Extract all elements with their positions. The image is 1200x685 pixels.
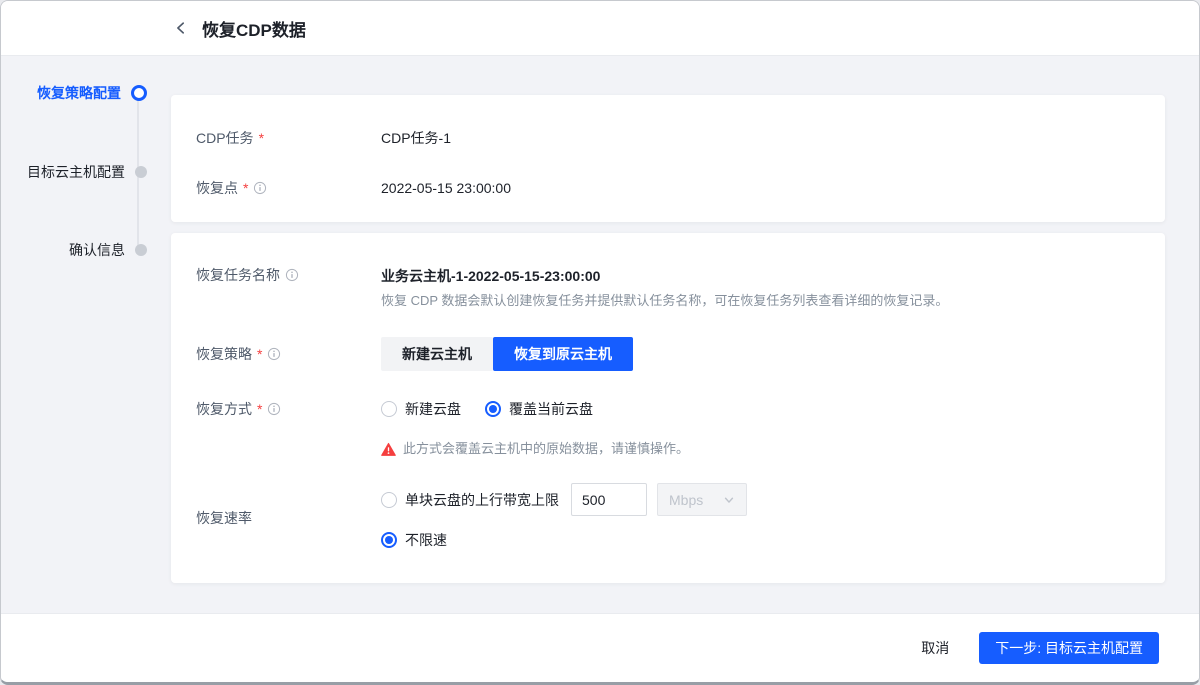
back-button[interactable] xyxy=(171,18,191,38)
page-body: 恢复策略配置 目标云主机配置 确认信息 CDP任务 * xyxy=(1,56,1199,613)
restore-options-card: 恢复任务名称 业务云主机-1-2022-05-15-23:00:00 恢复 CD… xyxy=(171,233,1165,583)
method-option-overwrite-disk-radio[interactable]: 覆盖当前云盘 xyxy=(485,399,593,419)
step-label: 恢复策略配置 xyxy=(37,83,121,103)
method-label: 恢复方式 * xyxy=(196,399,381,419)
page-header: 恢复CDP数据 xyxy=(1,1,1199,56)
step-label: 确认信息 xyxy=(69,240,125,260)
method-radio-group: 新建云盘 覆盖当前云盘 xyxy=(381,399,593,419)
step-dot-icon xyxy=(135,244,147,256)
radio-checked-icon xyxy=(381,532,397,548)
info-icon[interactable] xyxy=(267,402,281,416)
stepper: 恢复策略配置 目标云主机配置 确认信息 xyxy=(1,56,171,613)
rate-label: 恢复速率 xyxy=(196,508,381,528)
strategy-label: 恢复策略 * xyxy=(196,344,381,364)
info-icon[interactable] xyxy=(253,181,267,195)
radio-icon xyxy=(381,401,397,417)
required-mark: * xyxy=(259,128,264,148)
method-row: 恢复方式 * 新建云盘 xyxy=(196,399,1141,419)
step-active-ring-icon xyxy=(131,85,147,101)
restore-cdp-window: 恢复CDP数据 恢复策略配置 目标云主机配置 确认信息 xyxy=(0,0,1200,685)
page-title: 恢复CDP数据 xyxy=(202,16,306,41)
required-mark: * xyxy=(257,344,262,364)
info-icon[interactable] xyxy=(285,268,299,282)
strategy-option-new-host-button[interactable]: 新建云主机 xyxy=(381,337,493,371)
restore-point-value: 2022-05-15 23:00:00 xyxy=(381,177,511,199)
rate-unlimited-radio[interactable]: 不限速 xyxy=(381,530,447,550)
warning-triangle-icon xyxy=(381,442,396,457)
cdp-task-label: CDP任务 * xyxy=(196,127,381,149)
bandwidth-unit-select[interactable]: Mbps xyxy=(657,483,747,516)
cancel-button[interactable]: 取消 xyxy=(921,638,949,658)
restore-point-label: 恢复点 * xyxy=(196,177,381,199)
info-icon[interactable] xyxy=(267,347,281,361)
task-name-row: 恢复任务名称 业务云主机-1-2022-05-15-23:00:00 恢复 CD… xyxy=(196,265,1141,311)
rate-row: 恢复速率 单块云盘的上行带宽上限 Mbps xyxy=(196,483,1141,553)
stepper-step-target-host: 目标云主机配置 xyxy=(27,162,147,182)
radio-icon xyxy=(381,492,397,508)
rate-bandwidth-line: 单块云盘的上行带宽上限 Mbps xyxy=(381,483,747,516)
rate-unlimited-line: 不限速 xyxy=(381,530,747,553)
task-name-value: 业务云主机-1-2022-05-15-23:00:00 xyxy=(381,265,948,287)
restore-point-row: 恢复点 * 2022-05-15 23:00:00 xyxy=(196,177,1141,199)
next-step-button[interactable]: 下一步: 目标云主机配置 xyxy=(979,632,1159,664)
chevron-down-icon xyxy=(723,494,735,506)
step-label: 目标云主机配置 xyxy=(27,162,125,182)
stepper-step-strategy: 恢复策略配置 xyxy=(37,83,147,103)
bandwidth-value-input[interactable] xyxy=(571,483,647,516)
step-dot-icon xyxy=(135,166,147,178)
stepper-step-confirm: 确认信息 xyxy=(69,240,147,260)
method-option-new-disk-radio[interactable]: 新建云盘 xyxy=(381,399,461,419)
warning-text: 此方式会覆盖云主机中的原始数据，请谨慎操作。 xyxy=(403,439,689,459)
required-mark: * xyxy=(243,178,248,198)
rate-options-block: 单块云盘的上行带宽上限 Mbps xyxy=(381,483,747,553)
bandwidth-unit-value: Mbps xyxy=(669,492,703,508)
task-name-helper: 恢复 CDP 数据会默认创建恢复任务并提供默认任务名称，可在恢复任务列表查看详细… xyxy=(381,291,948,311)
strategy-toggle-group: 新建云主机 恢复到原云主机 xyxy=(381,337,633,371)
task-name-value-block: 业务云主机-1-2022-05-15-23:00:00 恢复 CDP 数据会默认… xyxy=(381,265,948,311)
strategy-row: 恢复策略 * 新建云主机 恢复到原云主机 xyxy=(196,337,1141,371)
chevron-left-icon xyxy=(173,20,189,36)
wizard-footer: 取消 下一步: 目标云主机配置 xyxy=(1,613,1199,682)
main-content: CDP任务 * CDP任务-1 恢复点 * xyxy=(171,56,1199,613)
cdp-task-row: CDP任务 * CDP任务-1 xyxy=(196,127,1141,149)
strategy-option-original-host-button[interactable]: 恢复到原云主机 xyxy=(493,337,633,371)
task-name-label: 恢复任务名称 xyxy=(196,265,381,285)
source-info-card: CDP任务 * CDP任务-1 恢复点 * xyxy=(171,95,1165,222)
cdp-task-value: CDP任务-1 xyxy=(381,127,451,149)
overwrite-warning: 此方式会覆盖云主机中的原始数据，请谨慎操作。 xyxy=(381,439,1141,459)
required-mark: * xyxy=(257,399,262,419)
rate-bandwidth-limit-radio[interactable]: 单块云盘的上行带宽上限 xyxy=(381,490,559,510)
radio-checked-icon xyxy=(485,401,501,417)
